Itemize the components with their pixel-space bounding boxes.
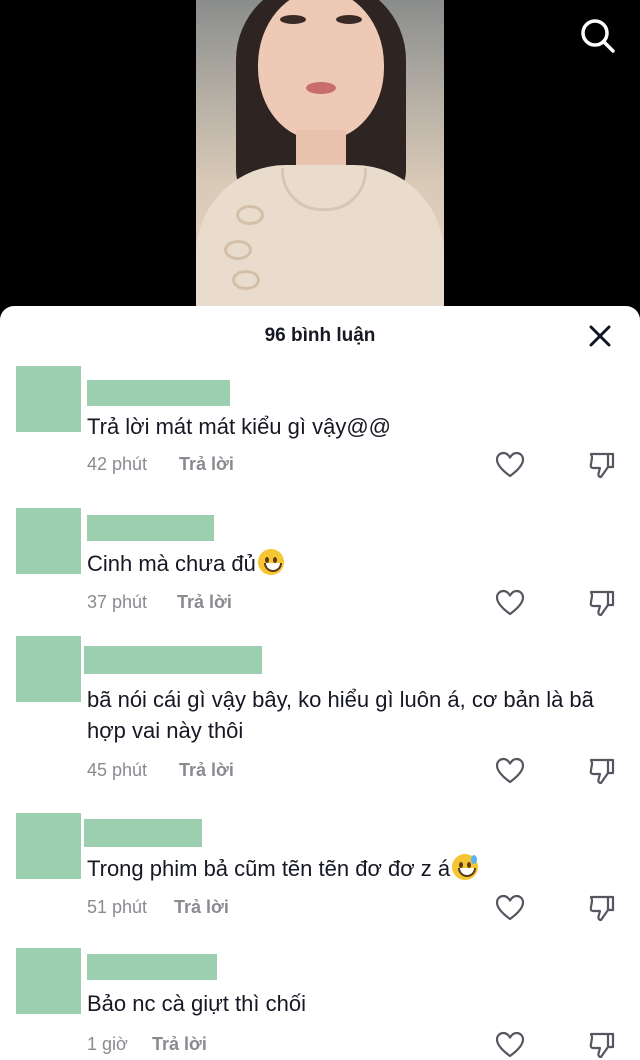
- reply-button[interactable]: Trả lời: [179, 760, 234, 781]
- heart-outline-icon[interactable]: [495, 450, 525, 480]
- comment-text: Cinh mà chưa đủ: [87, 548, 622, 579]
- comment-time: 45 phút: [87, 760, 148, 780]
- comments-header: 96 bình luận: [0, 306, 640, 366]
- thumbs-down-icon[interactable]: [587, 588, 617, 618]
- thumbs-down-icon[interactable]: [587, 450, 617, 480]
- grinning-face-emoji: [257, 549, 284, 575]
- heart-outline-icon[interactable]: [495, 893, 525, 923]
- heart-outline-icon[interactable]: [495, 588, 525, 618]
- avatar[interactable]: [16, 636, 81, 702]
- comments-sheet: 96 bình luận Trả lời mát mát kiểu gì vậy…: [0, 306, 640, 1060]
- comment-meta: 45 phút Trả lời: [87, 760, 234, 781]
- comment-text: Trả lời mát mát kiểu gì vậy@@: [87, 414, 392, 439]
- comment-time: 37 phút: [87, 592, 148, 612]
- avatar[interactable]: [16, 508, 81, 574]
- comment-text: Bảo nc cà giựt thì chối: [87, 991, 306, 1016]
- comment-count-title: 96 bình luận: [264, 325, 376, 346]
- avatar[interactable]: [16, 948, 81, 1014]
- reply-button[interactable]: Trả lời: [177, 592, 232, 613]
- comment-text: Trong phim bả cũm tẽn tẽn đơ đơ z á: [87, 853, 622, 884]
- username-redacted[interactable]: [84, 646, 262, 674]
- comment-meta: 37 phút Trả lời: [87, 592, 232, 613]
- comment-time: 51 phút: [87, 897, 148, 917]
- username-redacted[interactable]: [84, 819, 202, 847]
- comment-meta: 1 giờ Trả lời: [87, 1034, 207, 1055]
- thumbs-down-icon[interactable]: [587, 893, 617, 923]
- comment-text: bã nói cái gì vậy bây, ko hiểu gì luôn á…: [87, 687, 594, 743]
- comment-meta: 51 phút Trả lời: [87, 897, 229, 918]
- video-person-face: [258, 0, 384, 140]
- search-icon[interactable]: [578, 16, 618, 56]
- video-frame[interactable]: [196, 0, 444, 306]
- heart-outline-icon[interactable]: [495, 1030, 525, 1060]
- reply-button[interactable]: Trả lời: [152, 1034, 207, 1055]
- thumbs-down-icon[interactable]: [587, 1030, 617, 1060]
- username-redacted[interactable]: [87, 954, 217, 980]
- comment-meta: 42 phút Trả lời: [87, 454, 234, 475]
- grinning-face-with-sweat-emoji: [452, 854, 479, 880]
- avatar[interactable]: [16, 813, 81, 879]
- username-redacted[interactable]: [87, 515, 214, 541]
- comment-time: 1 giờ: [87, 1034, 128, 1054]
- avatar[interactable]: [16, 366, 81, 432]
- heart-outline-icon[interactable]: [495, 756, 525, 786]
- close-icon[interactable]: [584, 320, 616, 352]
- username-redacted[interactable]: [87, 380, 230, 406]
- comment-time: 42 phút: [87, 454, 148, 474]
- reply-button[interactable]: Trả lời: [174, 897, 229, 918]
- reply-button[interactable]: Trả lời: [179, 454, 234, 475]
- thumbs-down-icon[interactable]: [587, 756, 617, 786]
